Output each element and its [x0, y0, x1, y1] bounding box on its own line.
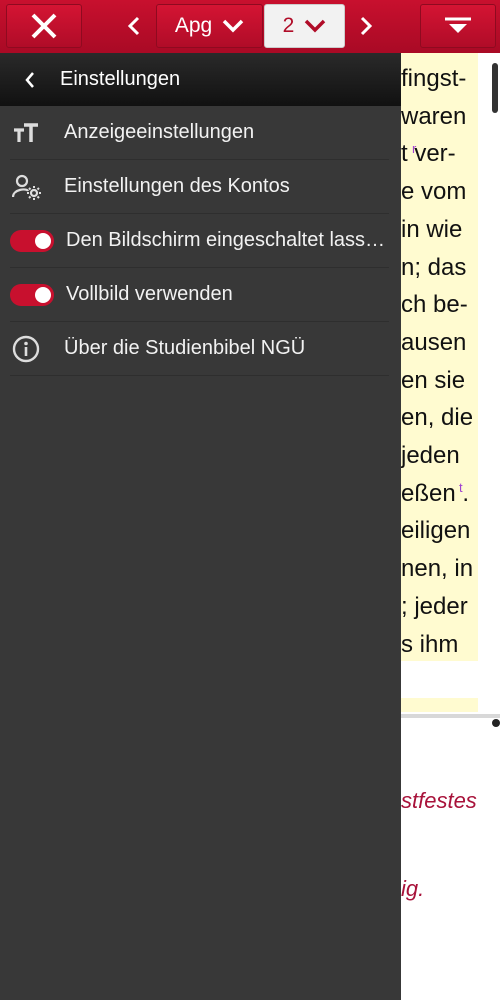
drawer-header[interactable]: Einstellungen: [0, 53, 401, 106]
menu-item-label: Vollbild verwenden: [66, 283, 233, 305]
text-line: in wie: [401, 215, 463, 243]
text-line: nen, in: [401, 555, 474, 583]
menu-item-label: Den Bildschirm eingeschaltet lassen: [66, 229, 386, 251]
text-line: eiligen: [401, 517, 471, 545]
chevron-down-icon: [305, 19, 326, 33]
dropdown-menu-icon: [445, 17, 471, 33]
text-line: e vom: [401, 178, 467, 206]
back-button[interactable]: [0, 71, 60, 89]
menu-item-display-settings[interactable]: Anzeigeeinstellungen: [10, 106, 389, 160]
menu-item-label: Anzeigeeinstellungen: [64, 121, 255, 143]
info-icon: [10, 335, 64, 363]
close-icon: [31, 13, 57, 39]
drawer-title: Einstellungen: [60, 68, 181, 90]
menu-item-label: Über die Studienbibel NGÜ: [64, 337, 306, 359]
bible-text-pane[interactable]: fingst- waren t ver- e vom in wie n; das…: [401, 53, 500, 1000]
text-line: n; das: [401, 253, 467, 281]
settings-menu: Anzeigeeinstellungen Einstellungen des K…: [10, 106, 389, 376]
settings-drawer: Einstellungen Anzeigeeinstellungen Einst…: [0, 53, 401, 1000]
menu-item-keep-screen-on[interactable]: Den Bildschirm eingeschaltet lassen: [10, 214, 389, 268]
previous-chapter-button[interactable]: [119, 10, 149, 42]
account-settings-icon: [10, 174, 64, 200]
chevron-left-icon: [25, 71, 34, 88]
text-line: eßen .: [401, 479, 470, 507]
book-selector[interactable]: Apg: [156, 4, 263, 48]
note-line: stfestes: [401, 788, 477, 813]
close-button[interactable]: [6, 4, 82, 48]
menu-item-about[interactable]: Über die Studienbibel NGÜ: [10, 322, 389, 376]
keep-screen-on-toggle[interactable]: [10, 229, 54, 252]
fullscreen-toggle[interactable]: [10, 283, 54, 306]
footnote-marker[interactable]: t: [459, 480, 463, 495]
chevron-down-icon: [222, 19, 244, 33]
text-line: fingst-: [401, 65, 467, 92]
text-line: ch be-: [401, 291, 468, 319]
text-line: en, die: [401, 404, 474, 432]
text-line: ; jeder: [401, 592, 468, 620]
text-line: en sie: [401, 366, 466, 394]
book-name: Apg: [174, 14, 213, 37]
text-line: waren: [401, 102, 467, 130]
footnote-marker[interactable]: r: [412, 141, 416, 156]
next-chapter-button[interactable]: [351, 10, 381, 42]
highlight: [401, 698, 478, 712]
divider-handle[interactable]: [492, 719, 500, 727]
menu-button[interactable]: [420, 4, 496, 48]
notes-text: stfestes ig.: [401, 788, 477, 902]
chevron-right-icon: [360, 16, 373, 36]
text-size-icon: [10, 122, 64, 144]
chapter-number: 2: [282, 14, 295, 37]
top-toolbar: Apg 2: [0, 0, 500, 53]
text-line: jeden: [401, 442, 460, 470]
text-line: s ihm: [401, 630, 459, 658]
pane-divider[interactable]: [401, 714, 500, 718]
chapter-selector[interactable]: 2: [264, 4, 345, 48]
text-line: ausen: [401, 328, 467, 356]
menu-item-account-settings[interactable]: Einstellungen des Kontos: [10, 160, 389, 214]
menu-item-label: Einstellungen des Kontos: [64, 175, 290, 197]
scrollbar[interactable]: [492, 63, 498, 113]
chevron-left-icon: [127, 16, 140, 36]
menu-item-fullscreen[interactable]: Vollbild verwenden: [10, 268, 389, 322]
note-line: ig.: [401, 876, 425, 901]
